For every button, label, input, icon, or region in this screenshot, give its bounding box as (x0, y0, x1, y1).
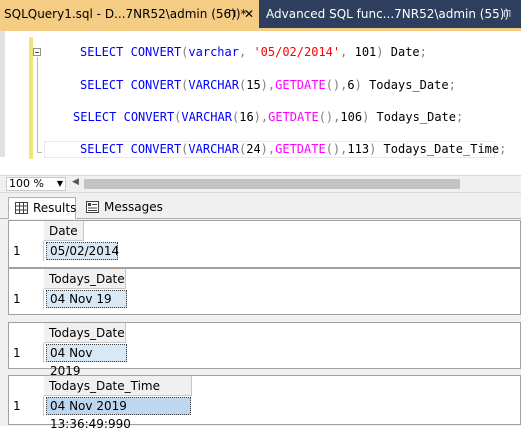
code-token: , (340, 45, 355, 59)
code-token: , (238, 45, 254, 59)
scroll-left-icon[interactable]: ◀ (72, 177, 79, 187)
tab-results[interactable]: Results (8, 197, 76, 219)
result-grid-3[interactable]: Todays_Date 1 04 Nov 2019 (8, 322, 521, 378)
query-editor[interactable]: SELECT CONVERT(varchar, '05/02/2014', 10… (0, 31, 521, 175)
code-token: CONVERT (123, 110, 175, 124)
result-grid-1[interactable]: Date 1 05/02/2014 (8, 220, 521, 268)
editor-status-bar: 100 % ▼ ◀ (0, 175, 521, 193)
code-token: GETDATE (275, 142, 326, 156)
result-grid-2[interactable]: Todays_Date 1 04 Nov 19 (8, 268, 521, 315)
code-line[interactable]: SELECT CONVERT(VARCHAR(16),GETDATE(),106… (73, 109, 463, 125)
code-token: ; (448, 78, 456, 92)
result-cell[interactable]: 05/02/2014 (46, 242, 119, 260)
code-token: ; (419, 45, 427, 59)
results-tab-strip: Results Messages (0, 193, 521, 219)
code-token: Todays_Date (369, 110, 457, 124)
column-header[interactable]: Todays_Date_Time (44, 376, 192, 396)
code-token: VARCHAR (188, 78, 239, 92)
code-token: Todays_Date (361, 78, 449, 92)
code-token: VARCHAR (181, 110, 232, 124)
code-token: '05/02/2014' (253, 45, 341, 59)
code-token: ), (260, 78, 276, 92)
chevron-down-icon: ▼ (56, 179, 63, 188)
code-token: Date (383, 45, 420, 59)
row-number[interactable]: 1 (9, 396, 44, 416)
code-token: GETDATE (275, 78, 326, 92)
horizontal-scrollbar-thumb[interactable] (84, 179, 460, 189)
document-tab-strip: SQLQuery1.sql - D...7NR52\admin (56))* ⊓… (0, 0, 521, 28)
row-number[interactable]: 1 (9, 241, 44, 261)
result-cell[interactable]: 04 Nov 2019 (46, 344, 127, 378)
tab-results-label: Results (33, 201, 77, 215)
row-number[interactable]: 1 (9, 343, 44, 363)
code-token: 16 (239, 110, 254, 124)
result-grid-4[interactable]: Todays_Date_Time 1 04 Nov 2019 13:36:49:… (8, 375, 521, 431)
code-token: ), (253, 110, 269, 124)
code-token: ) (376, 45, 384, 59)
code-line[interactable]: SELECT CONVERT(VARCHAR(15),GETDATE(),6) … (80, 77, 456, 93)
code-token: ; (499, 142, 507, 156)
code-line[interactable]: SELECT CONVERT(VARCHAR(24),GETDATE(),113… (80, 141, 506, 157)
code-token: 106 (340, 110, 363, 124)
code-token: 6 (347, 78, 355, 92)
code-token: 113 (347, 142, 370, 156)
zoom-dropdown[interactable]: 100 % ▼ (6, 177, 66, 191)
code-token: CONVERT (130, 78, 182, 92)
collapse-icon[interactable] (33, 48, 41, 56)
pin-icon[interactable]: ⊓ (503, 0, 512, 28)
close-icon[interactable]: ✕ (244, 0, 254, 28)
tab-sqlquery1[interactable]: SQLQuery1.sql - D...7NR52\admin (56))* ⊓… (0, 0, 259, 28)
code-token: VARCHAR (188, 142, 239, 156)
grid-icon (15, 202, 28, 214)
code-token: CONVERT (130, 45, 182, 59)
code-token: 24 (246, 142, 261, 156)
outline-line (37, 57, 38, 153)
code-token: GETDATE (268, 110, 319, 124)
code-token: SELECT (80, 45, 124, 59)
tab-messages[interactable]: Messages (80, 197, 163, 219)
code-token: (), (325, 142, 348, 156)
code-token: 101 (354, 45, 377, 59)
outline-line-end (37, 152, 42, 153)
code-token: CONVERT (130, 142, 182, 156)
zoom-value: 100 % (9, 177, 44, 190)
code-token: SELECT (80, 142, 124, 156)
code-token: ) (354, 78, 362, 92)
result-cell[interactable]: 04 Nov 2019 13:36:49:990 (46, 397, 191, 431)
tab-advanced-sql[interactable]: Advanced SQL func...7NR52\admin (55)) ⊓ (262, 0, 521, 28)
code-token: ), (260, 142, 276, 156)
code-token: varchar (188, 45, 239, 59)
tab-label: SQLQuery1.sql - D...7NR52\admin (56))* (4, 7, 247, 21)
code-token: SELECT (73, 110, 117, 124)
editor-margin (0, 31, 5, 157)
column-header[interactable]: Date (44, 221, 84, 241)
code-token: ; (456, 110, 464, 124)
tab-messages-label: Messages (104, 200, 163, 214)
results-pane: Date 1 05/02/2014 Todays_Date 1 04 Nov 1… (0, 219, 521, 431)
row-number[interactable]: 1 (9, 289, 44, 309)
code-token: SELECT (80, 78, 124, 92)
tab-label: Advanced SQL func...7NR52\admin (55)) (266, 7, 510, 21)
column-header[interactable]: Todays_Date (44, 323, 126, 343)
pin-icon[interactable]: ⊓ (228, 0, 237, 28)
code-token: 15 (246, 78, 261, 92)
result-cell[interactable]: 04 Nov 19 (46, 290, 127, 308)
code-token: (), (318, 110, 341, 124)
code-token: Todays_Date_Time (376, 142, 500, 156)
column-header[interactable]: Todays_Date (44, 269, 126, 289)
code-token: (), (325, 78, 348, 92)
code-line[interactable]: SELECT CONVERT(varchar, '05/02/2014', 10… (80, 44, 427, 60)
messages-icon (86, 201, 99, 213)
